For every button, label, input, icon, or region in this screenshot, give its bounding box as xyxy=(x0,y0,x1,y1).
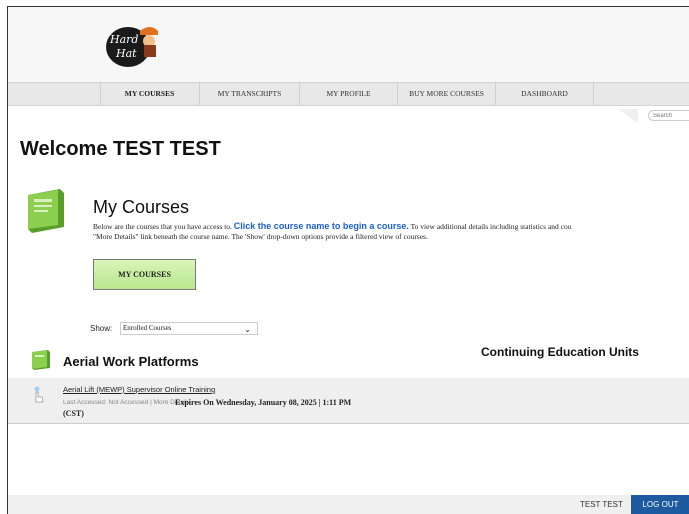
page-frame: Hard Hat MY COURSES MY TRANSCRIPTS MY PR… xyxy=(7,6,689,514)
my-courses-description: Below are the courses that you have acce… xyxy=(93,221,689,241)
desc-text-3: "More Details" link beneath the course n… xyxy=(93,231,428,241)
course-pointer-icon xyxy=(34,386,44,403)
desc-text-2: To view additional details including sta… xyxy=(408,222,572,231)
search-input[interactable] xyxy=(648,110,689,121)
show-selected-value: Enrolled Courses xyxy=(123,324,172,332)
desc-text-1: Below are the courses that you have acce… xyxy=(93,222,234,231)
nav-dashboard[interactable]: DASHBOARD xyxy=(496,83,594,105)
desc-highlight: Click the course name to begin a course. xyxy=(233,221,409,231)
course-name-link[interactable]: Aerial Lift (MEWP) Supervisor Online Tra… xyxy=(63,385,215,394)
course-row: Aerial Lift (MEWP) Supervisor Online Tra… xyxy=(8,378,689,424)
last-accessed-text: Last Accessed: Not Accessed xyxy=(63,399,149,406)
show-dropdown[interactable]: Enrolled Courses ⌄ xyxy=(120,322,258,335)
search-area xyxy=(618,109,689,123)
expiration-text: Expires On Wednesday, January 08, 2025 |… xyxy=(175,398,352,407)
section-book-icon xyxy=(32,350,50,370)
header: Hard Hat xyxy=(8,7,689,82)
show-label: Show: xyxy=(90,324,113,333)
page-title: Welcome TEST TEST xyxy=(20,138,221,160)
search-tab-shape xyxy=(618,109,638,123)
expiration-timezone: (CST) xyxy=(63,409,84,418)
main-nav: MY COURSES MY TRANSCRIPTS MY PROFILE BUY… xyxy=(8,82,689,106)
nav-my-courses[interactable]: MY COURSES xyxy=(100,83,200,105)
nav-my-profile[interactable]: MY PROFILE xyxy=(300,83,398,105)
courses-book-icon xyxy=(28,189,64,233)
svg-text:Hat: Hat xyxy=(115,47,137,60)
section-title: Aerial Work Platforms xyxy=(63,354,199,369)
logout-button[interactable]: LOG OUT xyxy=(631,495,689,514)
footer: TEST TEST LOG OUT xyxy=(8,495,689,514)
svg-text:Hard: Hard xyxy=(109,33,138,46)
course-meta: Last Accessed: Not Accessed | More Detai… xyxy=(63,399,190,406)
nav-my-transcripts[interactable]: MY TRANSCRIPTS xyxy=(200,83,300,105)
my-courses-heading: My Courses xyxy=(93,197,190,217)
my-courses-button[interactable]: MY COURSES xyxy=(93,259,196,290)
hard-hat-logo[interactable]: Hard Hat xyxy=(102,21,160,69)
nav-buy-more-courses[interactable]: BUY MORE COURSES xyxy=(398,83,496,105)
ceu-column-header: Continuing Education Units xyxy=(481,345,639,359)
footer-username: TEST TEST xyxy=(580,500,623,509)
chevron-down-icon: ⌄ xyxy=(244,325,251,334)
